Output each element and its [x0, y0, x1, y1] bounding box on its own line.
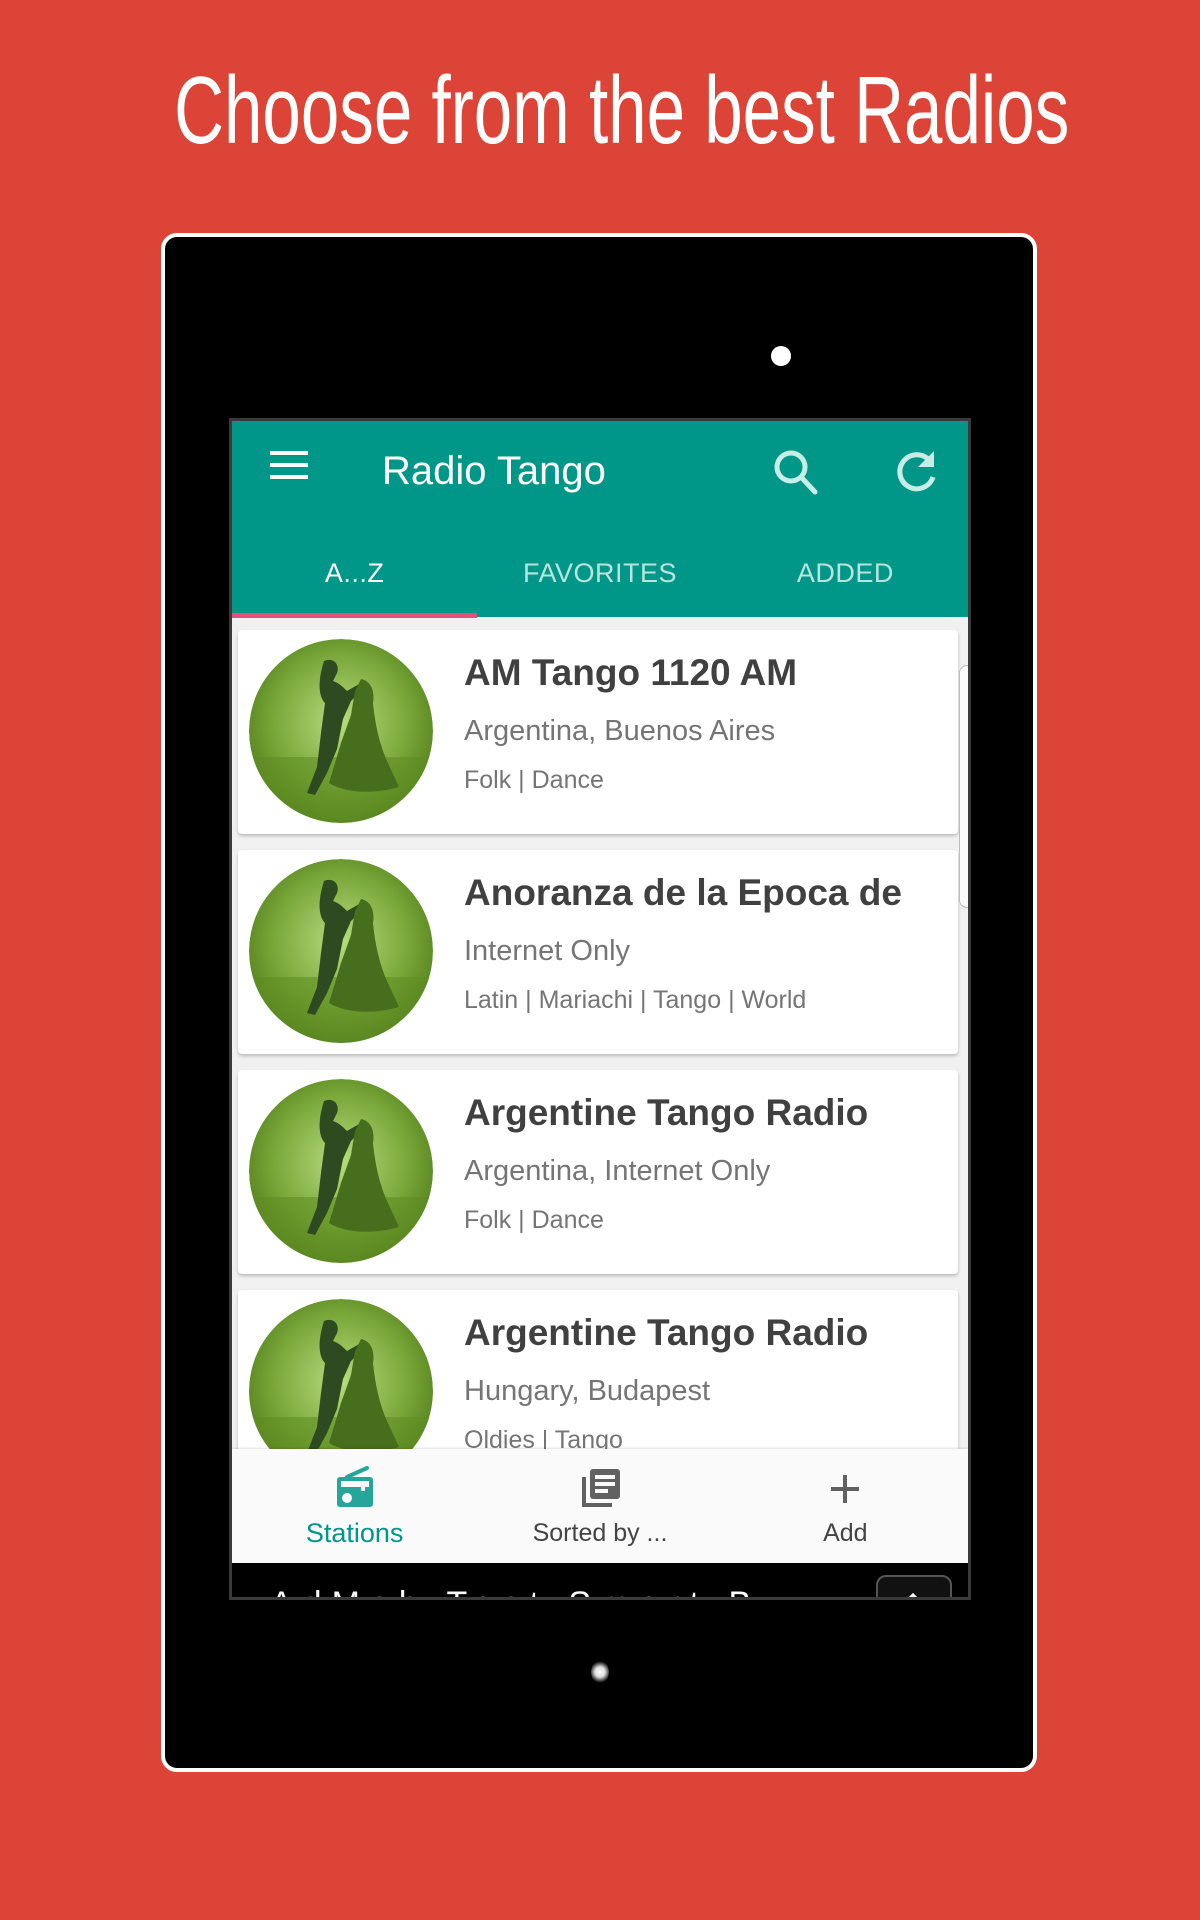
station-list: AM Tango 1120 AM Argentina, Buenos Aires…	[232, 620, 968, 1450]
library-books-icon	[581, 1469, 620, 1507]
tab-added[interactable]: ADDED	[723, 529, 968, 617]
camera-dot	[771, 346, 791, 366]
station-card[interactable]: AM Tango 1120 AM Argentina, Buenos Aires…	[238, 630, 958, 834]
tab-a-z[interactable]: A...Z	[232, 529, 477, 617]
station-card[interactable]: Argentine Tango Radio Argentina, Interne…	[238, 1070, 958, 1274]
tab-indicator	[232, 613, 477, 618]
station-genres: Latin | Mariachi | Tango | World	[464, 986, 807, 1014]
ad-banner[interactable]: AdMob Test Smart B	[232, 1563, 968, 1597]
station-genres: Folk | Dance	[464, 766, 604, 794]
ad-open-button[interactable]	[876, 1575, 952, 1597]
station-name: AM Tango 1120 AM	[464, 652, 798, 693]
plus-icon	[831, 1475, 860, 1503]
search-icon[interactable]	[769, 445, 825, 501]
nav-sorted-by[interactable]: Sorted by ...	[477, 1449, 722, 1563]
nav-sorted-by-label: Sorted by ...	[532, 1519, 668, 1547]
nav-stations-label: Stations	[305, 1518, 404, 1548]
ad-text: AdMob Test Smart B	[270, 1585, 761, 1597]
refresh-icon[interactable]	[888, 445, 944, 501]
nav-stations[interactable]: Stations	[232, 1449, 477, 1563]
tango-dancers-avatar	[249, 639, 433, 823]
app-bar: Radio Tango A...Z FAVORITES ADDED	[232, 421, 968, 618]
station-card[interactable]: Anoranza de la Epoca de Internet Only La…	[238, 850, 958, 1054]
station-card[interactable]: Argentine Tango Radio Hungary, Budapest …	[238, 1290, 958, 1450]
nav-add-label: Add	[823, 1519, 868, 1547]
promo-headline: Choose from the best Radios	[0, 56, 1200, 166]
station-name: Argentine Tango Radio	[464, 1092, 869, 1133]
app-title: Radio Tango	[382, 449, 606, 493]
station-name: Argentine Tango Radio	[464, 1312, 869, 1353]
station-genres: Oldies | Tango	[464, 1426, 623, 1450]
station-location: Argentina, Buenos Aires	[464, 715, 776, 747]
station-location: Internet Only	[464, 935, 631, 967]
home-indicator	[591, 1661, 609, 1683]
station-location: Hungary, Budapest	[464, 1375, 711, 1407]
list-scrollbar[interactable]	[959, 665, 968, 908]
tab-bar: A...Z FAVORITES ADDED	[232, 529, 968, 617]
radio-icon	[336, 1466, 373, 1507]
arrow-icon	[905, 1592, 921, 1597]
hamburger-menu-icon[interactable]	[270, 451, 310, 485]
station-genres: Folk | Dance	[464, 1206, 604, 1234]
tango-dancers-avatar	[249, 1299, 433, 1450]
bottom-navigation: Stations Sorted by ... Add	[232, 1449, 968, 1563]
station-name: Anoranza de la Epoca de	[464, 872, 902, 913]
tango-dancers-avatar	[249, 859, 433, 1043]
app-screen: Radio Tango A...Z FAVORITES ADDED AM Tan…	[229, 418, 971, 1600]
tango-dancers-avatar	[249, 1079, 433, 1263]
nav-add[interactable]: Add	[723, 1449, 968, 1563]
tab-favorites[interactable]: FAVORITES	[477, 529, 722, 617]
station-location: Argentina, Internet Only	[464, 1155, 771, 1187]
promo-headline-text: Choose from the best Radios	[174, 57, 1070, 164]
